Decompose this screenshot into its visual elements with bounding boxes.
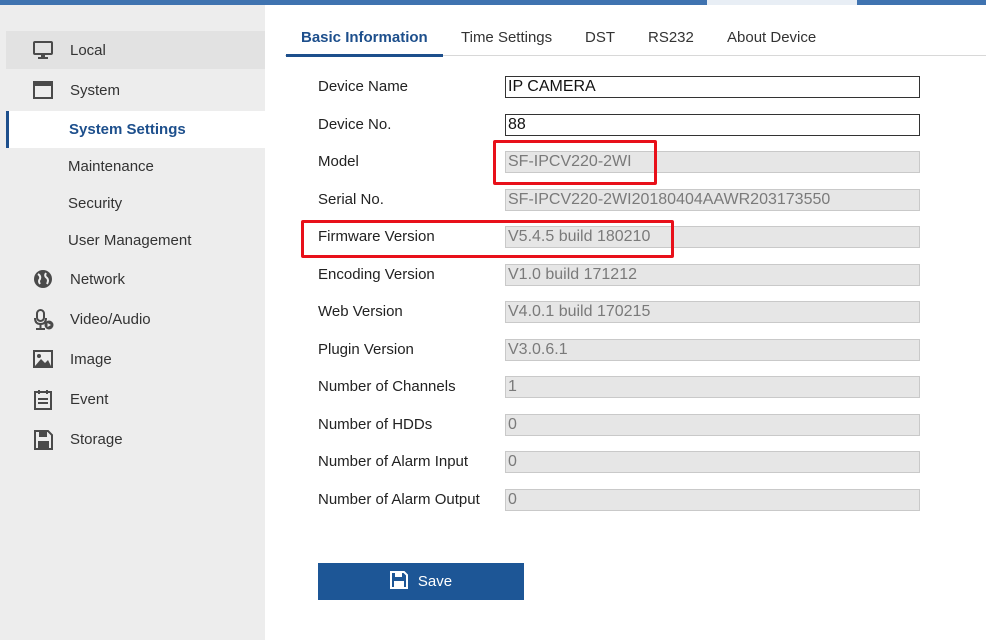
serial-no-label: Serial No. [318, 191, 384, 208]
tab-rs232[interactable]: RS232 [648, 20, 694, 56]
monitor-icon [32, 40, 54, 60]
tab-time-settings[interactable]: Time Settings [461, 20, 552, 56]
sidebar-item-event[interactable]: Event [6, 380, 265, 418]
image-icon [32, 349, 54, 369]
web-version-label: Web Version [318, 303, 403, 320]
number-of-alarm-output-field: 0 [505, 489, 920, 511]
number-of-alarm-input-field: 0 [505, 451, 920, 473]
sidebar-item-label: System Settings [69, 121, 186, 138]
encoding-version-field: V1.0 build 171212 [505, 264, 920, 286]
window-icon [32, 80, 54, 100]
sidebar-item-local[interactable]: Local [6, 31, 265, 69]
sidebar-item-label: Storage [70, 430, 123, 448]
sidebar-item-label: Video/Audio [70, 310, 151, 328]
sidebar-item-network[interactable]: Network [6, 260, 265, 298]
device-name-input[interactable]: IP CAMERA [505, 76, 920, 98]
firmware-highlight-box [301, 220, 674, 258]
sidebar-item-label: Event [70, 390, 109, 408]
sidebar-item-label: Image [70, 350, 112, 368]
web-version-field: V4.0.1 build 170215 [505, 301, 920, 323]
model-highlight-box [493, 140, 657, 185]
device-name-label: Device Name [318, 78, 409, 95]
plugin-version-field: V3.0.6.1 [505, 339, 920, 361]
sidebar-item-storage[interactable]: Storage [6, 420, 265, 458]
tab-dst[interactable]: DST [585, 20, 615, 56]
sidebar-item-label: User Management [68, 232, 192, 249]
model-label: Model [318, 153, 359, 170]
sidebar-item-maintenance[interactable]: Maintenance [6, 148, 265, 185]
sidebar: Local System System Settings Maintenance… [0, 5, 265, 640]
number-of-alarm-input-label: Number of Alarm Input [318, 453, 469, 470]
calendar-icon [32, 389, 54, 410]
globe-icon [32, 269, 54, 289]
microphone-icon [32, 309, 54, 330]
tab-about-device[interactable]: About Device [727, 20, 816, 56]
number-of-channels-label: Number of Channels [318, 378, 456, 395]
sidebar-item-label: System [70, 81, 121, 99]
number-of-hdds-label: Number of HDDs [318, 416, 433, 433]
plugin-version-label: Plugin Version [318, 341, 414, 358]
tab-basic-information[interactable]: Basic Information [286, 20, 443, 57]
device-no-label: Device No. [318, 116, 392, 133]
number-of-hdds-field: 0 [505, 414, 920, 436]
save-button[interactable]: Save [318, 563, 524, 600]
top-accent-segment [707, 0, 857, 5]
save-button-label: Save [417, 573, 453, 590]
sidebar-item-image[interactable]: Image [6, 340, 265, 378]
sidebar-item-video-audio[interactable]: Video/Audio [6, 300, 265, 338]
device-no-input[interactable]: 88 [505, 114, 920, 136]
sidebar-item-system-settings[interactable]: System Settings [6, 111, 265, 148]
number-of-alarm-output-label: Number of Alarm Output [318, 491, 480, 508]
sidebar-item-label: Network [70, 270, 126, 288]
serial-no-field: SF-IPCV220-2WI20180404AAWR203173550 [505, 189, 920, 211]
storage-icon [32, 429, 54, 450]
sidebar-item-system[interactable]: System [6, 71, 265, 109]
sidebar-item-security[interactable]: Security [6, 185, 265, 222]
sidebar-item-label: Local [70, 41, 106, 59]
number-of-channels-field: 1 [505, 376, 920, 398]
sidebar-item-user-management[interactable]: User Management [6, 222, 265, 259]
sidebar-item-label: Maintenance [68, 158, 154, 175]
sidebar-item-label: Security [68, 195, 123, 212]
encoding-version-label: Encoding Version [318, 266, 435, 283]
tab-bar: Basic Information Time Settings DST RS23… [285, 20, 986, 57]
save-icon [389, 570, 408, 593]
